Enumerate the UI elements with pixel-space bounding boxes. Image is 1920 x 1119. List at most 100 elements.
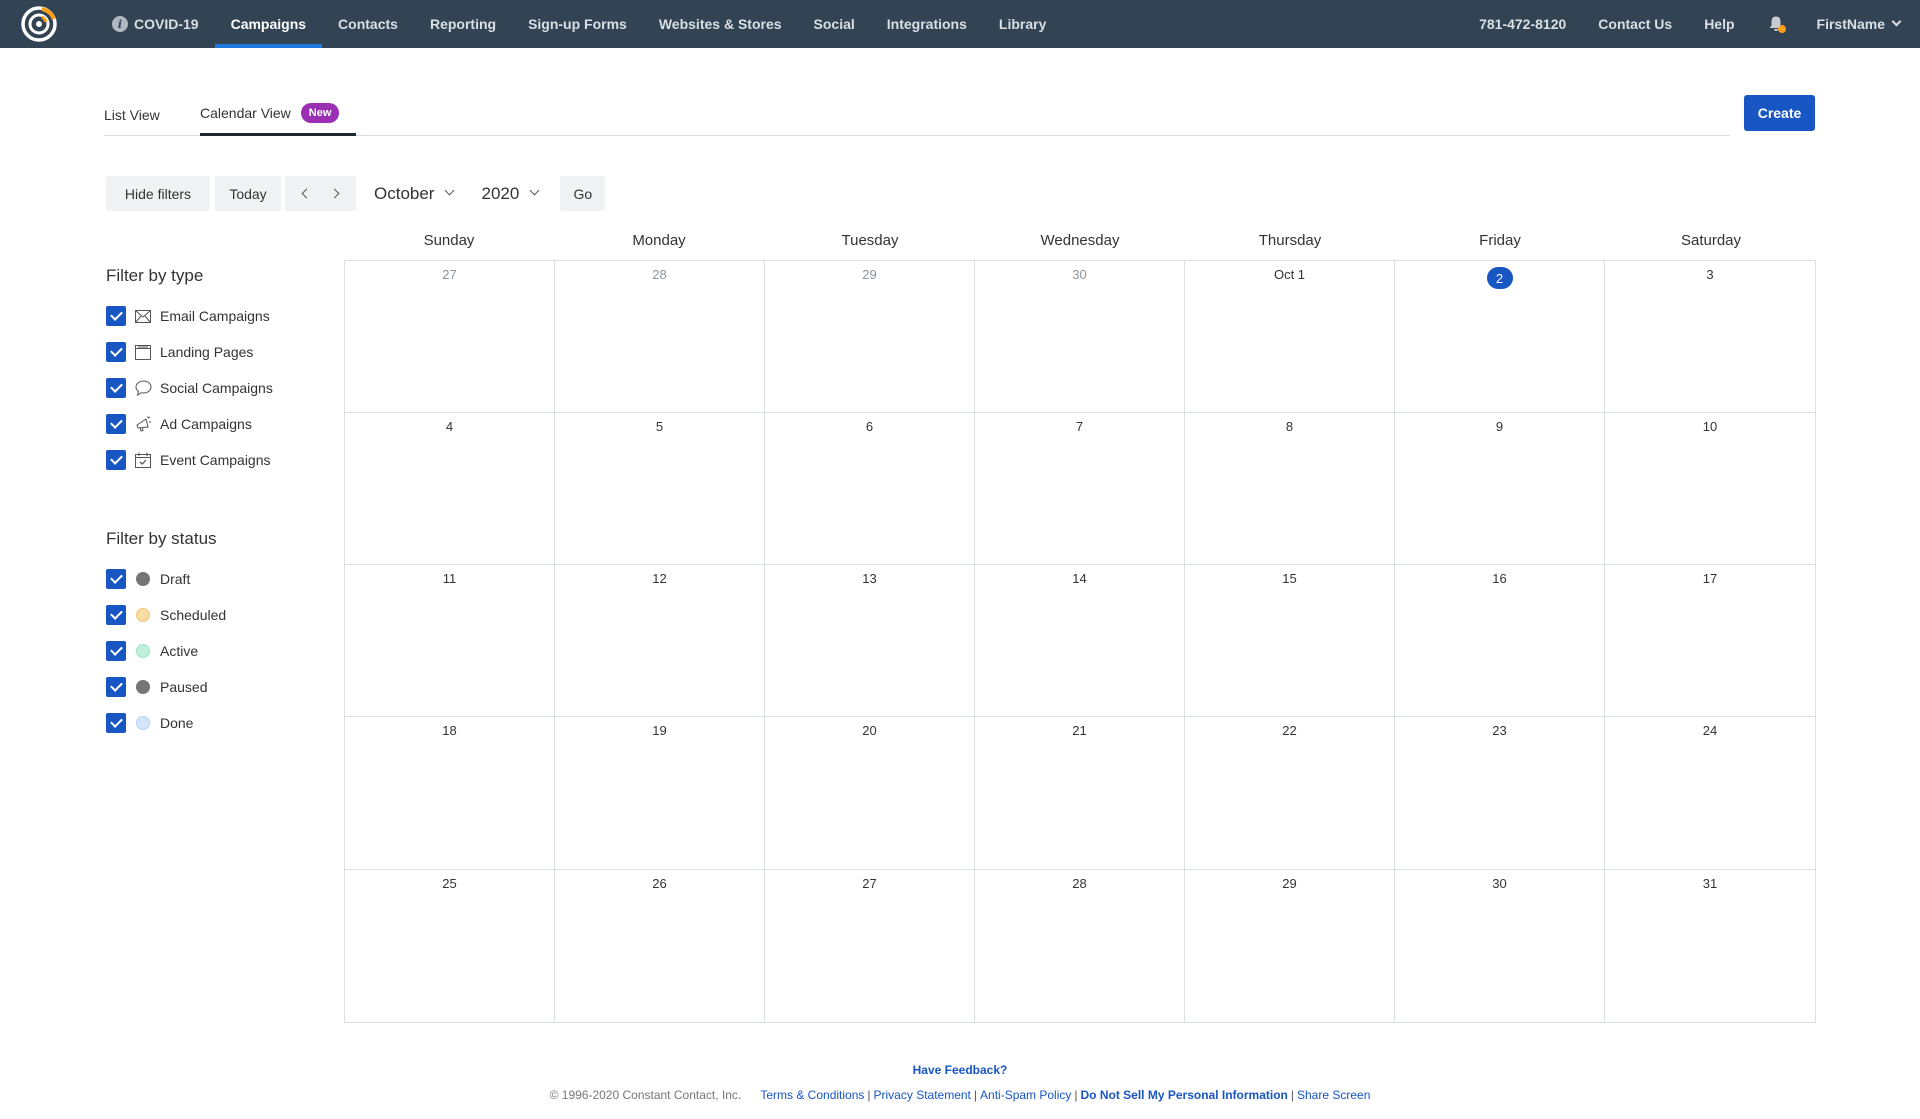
calendar-day-cell[interactable]: 16 bbox=[1395, 565, 1605, 717]
nav-contacts[interactable]: Contacts bbox=[322, 0, 414, 48]
calendar-day-cell[interactable]: 24 bbox=[1605, 717, 1816, 870]
calendar-day-cell[interactable]: 6 bbox=[765, 413, 975, 565]
calendar-day-cell[interactable]: 3 bbox=[1605, 261, 1816, 413]
nav-signup-forms[interactable]: Sign-up Forms bbox=[512, 0, 643, 48]
calendar-day-cell[interactable]: 28 bbox=[555, 261, 765, 413]
calendar-day-cell[interactable]: 18 bbox=[345, 717, 555, 870]
nav-websites-stores[interactable]: Websites & Stores bbox=[643, 0, 798, 48]
calendar-day-cell[interactable]: 2 bbox=[1395, 261, 1605, 413]
calendar-day-cell[interactable]: 4 bbox=[345, 413, 555, 565]
go-button[interactable]: Go bbox=[560, 176, 606, 211]
nav-integrations[interactable]: Integrations bbox=[871, 0, 983, 48]
checkbox[interactable] bbox=[106, 414, 126, 434]
checkbox[interactable] bbox=[106, 342, 126, 362]
filter-type-event[interactable]: Event Campaigns bbox=[106, 449, 271, 471]
checkbox[interactable] bbox=[106, 569, 126, 589]
filter-type-landing[interactable]: Landing Pages bbox=[106, 341, 253, 363]
status-dot-draft bbox=[136, 572, 150, 586]
calendar-day-cell[interactable]: 19 bbox=[555, 717, 765, 870]
calendar-day-cell[interactable]: 23 bbox=[1395, 717, 1605, 870]
day-number: 15 bbox=[1282, 571, 1297, 586]
calendar-day-cell[interactable]: 13 bbox=[765, 565, 975, 717]
checkbox[interactable] bbox=[106, 450, 126, 470]
nav-covid[interactable]: i COVID-19 bbox=[96, 0, 215, 48]
today-button[interactable]: Today bbox=[215, 176, 281, 211]
checkbox[interactable] bbox=[106, 641, 126, 661]
calendar-day-cell[interactable]: 8 bbox=[1185, 413, 1395, 565]
checkbox[interactable] bbox=[106, 306, 126, 326]
filter-status-active[interactable]: Active bbox=[106, 640, 198, 662]
calendar-day-cell[interactable]: 22 bbox=[1185, 717, 1395, 870]
year-select[interactable]: 2020 bbox=[481, 184, 540, 204]
tab-calendar-view[interactable]: Calendar View New bbox=[200, 94, 356, 136]
calendar-day-cell[interactable]: 30 bbox=[975, 261, 1185, 413]
filter-status-scheduled[interactable]: Scheduled bbox=[106, 604, 226, 626]
dow-thursday: Thursday bbox=[1258, 232, 1322, 249]
checkbox[interactable] bbox=[106, 378, 126, 398]
antispam-link[interactable]: Anti-Spam Policy bbox=[980, 1088, 1071, 1102]
checkbox[interactable] bbox=[106, 677, 126, 697]
create-button[interactable]: Create bbox=[1744, 95, 1815, 131]
status-dot-scheduled bbox=[136, 608, 150, 622]
previous-month-icon[interactable] bbox=[301, 188, 312, 199]
calendar-day-cell[interactable]: 14 bbox=[975, 565, 1185, 717]
day-number: 7 bbox=[1075, 419, 1084, 434]
day-number: 19 bbox=[652, 723, 667, 738]
calendar-day-cell[interactable]: 11 bbox=[345, 565, 555, 717]
user-menu[interactable]: FirstName bbox=[1801, 0, 1920, 48]
nav-library[interactable]: Library bbox=[983, 0, 1062, 48]
calendar-day-cell[interactable]: 17 bbox=[1605, 565, 1816, 717]
day-number: 5 bbox=[655, 419, 664, 434]
calendar-day-cell[interactable]: 27 bbox=[345, 261, 555, 413]
nav-campaigns[interactable]: Campaigns bbox=[214, 0, 323, 48]
nav-contact-us[interactable]: Contact Us bbox=[1582, 0, 1688, 48]
calendar-day-cell[interactable]: Oct 1 bbox=[1185, 261, 1395, 413]
calendar-day-cell[interactable]: 31 bbox=[1605, 870, 1816, 1023]
notifications-bell-icon[interactable] bbox=[1767, 15, 1786, 33]
phone-number[interactable]: 781-472-8120 bbox=[1463, 0, 1582, 48]
privacy-link[interactable]: Privacy Statement bbox=[874, 1088, 971, 1102]
footer: © 1996-2020 Constant Contact, Inc. Terms… bbox=[549, 1088, 1371, 1102]
calendar-day-cell[interactable]: 10 bbox=[1605, 413, 1816, 565]
calendar-day-cell[interactable]: 12 bbox=[555, 565, 765, 717]
tab-list-view[interactable]: List View bbox=[104, 96, 160, 134]
nav-reporting[interactable]: Reporting bbox=[414, 0, 512, 48]
checkbox[interactable] bbox=[106, 713, 126, 733]
calendar-day-cell[interactable]: 29 bbox=[765, 261, 975, 413]
calendar-day-cell[interactable]: 26 bbox=[555, 870, 765, 1023]
calendar-day-cell[interactable]: 25 bbox=[345, 870, 555, 1023]
do-not-sell-link[interactable]: Do Not Sell My Personal Information bbox=[1081, 1088, 1288, 1102]
calendar-day-cell[interactable]: 30 bbox=[1395, 870, 1605, 1023]
feedback-link[interactable]: Have Feedback? bbox=[0, 1063, 1920, 1077]
calendar-day-cell[interactable]: 9 bbox=[1395, 413, 1605, 565]
next-month-icon[interactable] bbox=[329, 188, 340, 199]
filter-status-done[interactable]: Done bbox=[106, 712, 193, 734]
month-select[interactable]: October bbox=[374, 184, 455, 204]
calendar-day-cell[interactable]: 20 bbox=[765, 717, 975, 870]
terms-link[interactable]: Terms & Conditions bbox=[760, 1088, 864, 1102]
calendar-grid: 27 28 29 30 Oct 1 2 3 4 5 6 7 8 9 10 11 12 13 14 15 16 17 18 1… bbox=[344, 260, 1816, 1023]
filter-type-ad[interactable]: Ad Campaigns bbox=[106, 413, 252, 435]
filter-type-social[interactable]: Social Campaigns bbox=[106, 377, 273, 399]
calendar-day-cell[interactable]: 29 bbox=[1185, 870, 1395, 1023]
calendar-day-cell[interactable]: 21 bbox=[975, 717, 1185, 870]
nav-help[interactable]: Help bbox=[1688, 0, 1750, 48]
calendar-day-cell[interactable]: 27 bbox=[765, 870, 975, 1023]
day-number: 28 bbox=[652, 267, 667, 282]
share-screen-link[interactable]: Share Screen bbox=[1297, 1088, 1370, 1102]
hide-filters-button[interactable]: Hide filters bbox=[106, 176, 210, 211]
checkbox[interactable] bbox=[106, 605, 126, 625]
envelope-icon bbox=[134, 307, 152, 325]
filter-type-email[interactable]: Email Campaigns bbox=[106, 305, 270, 327]
nav-social[interactable]: Social bbox=[798, 0, 871, 48]
constant-contact-logo[interactable] bbox=[20, 5, 58, 43]
calendar-day-cell[interactable]: 28 bbox=[975, 870, 1185, 1023]
calendar-check-icon bbox=[134, 451, 152, 469]
calendar-day-cell[interactable]: 15 bbox=[1185, 565, 1395, 717]
month-nav bbox=[285, 176, 356, 211]
filter-status-draft[interactable]: Draft bbox=[106, 568, 190, 590]
calendar-day-cell[interactable]: 5 bbox=[555, 413, 765, 565]
dow-tuesday: Tuesday bbox=[841, 232, 899, 249]
filter-status-paused[interactable]: Paused bbox=[106, 676, 207, 698]
calendar-day-cell[interactable]: 7 bbox=[975, 413, 1185, 565]
